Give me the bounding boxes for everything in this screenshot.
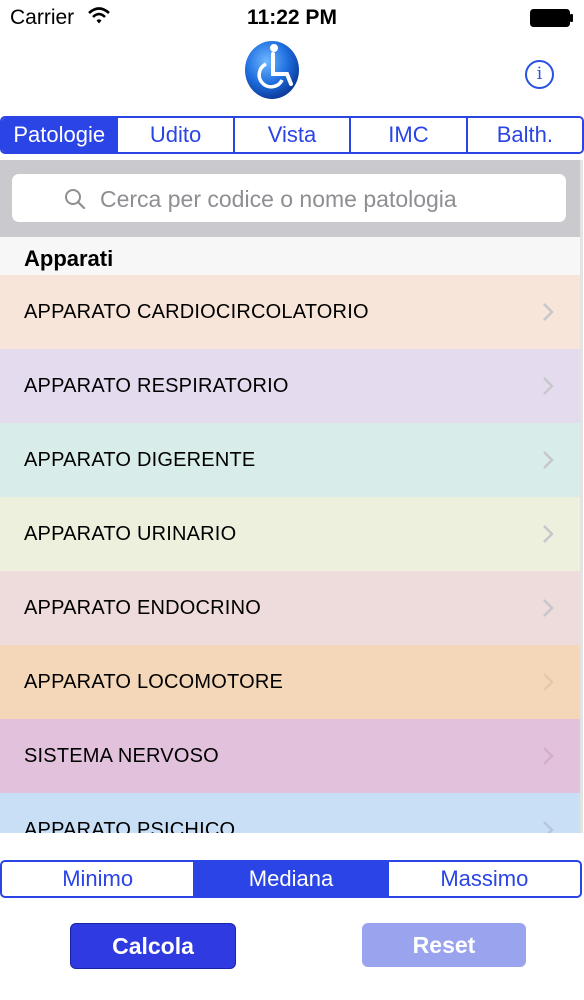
list-item-label: APPARATO DIGERENTE (24, 449, 256, 471)
category-tabs: Patologie Udito Vista IMC Balth. (0, 116, 584, 154)
list-item[interactable]: APPARATO DIGERENTE (0, 423, 580, 497)
list-item[interactable]: APPARATO CARDIOCIRCOLATORIO (0, 275, 580, 349)
apparati-list: Apparati APPARATO CARDIOCIRCOLATORIO APP… (0, 237, 583, 833)
tab-balth[interactable]: Balth. (465, 118, 582, 152)
list-item-label: APPARATO URINARIO (24, 523, 237, 545)
list-item[interactable]: SISTEMA NERVOSO (0, 719, 580, 793)
chevron-right-icon (543, 599, 554, 617)
tab-vista[interactable]: Vista (232, 118, 350, 152)
chevron-right-icon (543, 525, 554, 543)
wheelchair-logo-icon (244, 36, 300, 100)
search-input[interactable] (98, 180, 542, 218)
list-item[interactable]: APPARATO LOCOMOTORE (0, 645, 580, 719)
nav-bar: i (0, 36, 584, 114)
reset-button[interactable]: Reset (362, 923, 526, 967)
section-header: Apparati (0, 237, 580, 275)
list-item-label: APPARATO CARDIOCIRCOLATORIO (24, 301, 369, 323)
clock-time: 11:22 PM (247, 6, 337, 29)
chevron-right-icon (543, 673, 554, 691)
tab-patologie[interactable]: Patologie (2, 118, 117, 152)
battery-icon (530, 9, 574, 27)
list-item[interactable]: APPARATO URINARIO (0, 497, 580, 571)
chevron-right-icon (543, 747, 554, 765)
list-item-label: SISTEMA NERVOSO (24, 745, 219, 767)
list-item-label: APPARATO RESPIRATORIO (24, 375, 289, 397)
list-item[interactable]: APPARATO ENDOCRINO (0, 571, 580, 645)
chevron-right-icon (543, 451, 554, 469)
statistic-segmented-control: Minimo Mediana Massimo (0, 860, 582, 898)
search-bar (0, 160, 583, 237)
status-bar: Carrier 11:22 PM (0, 0, 584, 36)
chevron-right-icon (543, 377, 554, 395)
info-icon[interactable]: i (525, 60, 554, 89)
list-item-label: APPARATO PSICHICO (24, 819, 236, 833)
search-icon (65, 189, 86, 210)
list-item-label: APPARATO LOCOMOTORE (24, 671, 284, 693)
segment-minimo[interactable]: Minimo (2, 862, 193, 896)
search-field-container[interactable] (12, 174, 566, 222)
segment-massimo[interactable]: Massimo (386, 862, 580, 896)
list-item[interactable]: APPARATO RESPIRATORIO (0, 349, 580, 423)
list-item-label: APPARATO ENDOCRINO (24, 597, 261, 619)
calcola-button[interactable]: Calcola (70, 923, 236, 969)
segment-mediana[interactable]: Mediana (193, 862, 387, 896)
tab-imc[interactable]: IMC (349, 118, 466, 152)
list-item[interactable]: APPARATO PSICHICO (0, 793, 580, 833)
chevron-right-icon (543, 303, 554, 321)
tab-udito[interactable]: Udito (116, 118, 233, 152)
chevron-right-icon (543, 821, 554, 833)
